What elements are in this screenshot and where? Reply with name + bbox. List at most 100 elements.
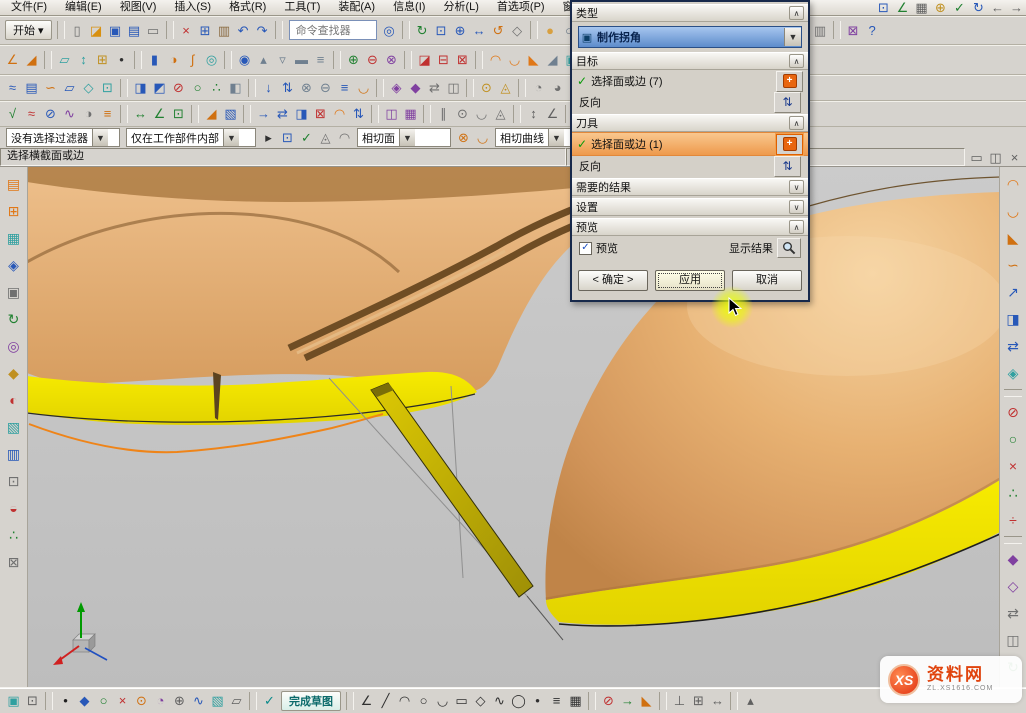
general-selection-icon[interactable]: ⊡ <box>278 128 297 147</box>
point-icon[interactable]: • <box>112 50 131 69</box>
make-tangent-icon[interactable]: ◡ <box>472 104 491 123</box>
grid-toggle-icon[interactable]: ▦ <box>912 0 931 17</box>
section-analysis-icon[interactable]: ⊘ <box>41 104 60 123</box>
measure-distance-icon[interactable]: ↔ <box>131 104 150 123</box>
target-select-row[interactable]: ✓ 选择面或边 (7) + <box>572 70 808 92</box>
section-target[interactable]: 目标 ∧ <box>572 52 808 70</box>
redo-icon[interactable]: ↷ <box>253 21 272 40</box>
edge-symmetry-icon[interactable]: ◫ <box>444 78 463 97</box>
type-dropdown[interactable]: ▣ 制作拐角 ▼ <box>578 26 802 48</box>
auto-constrain-icon[interactable]: ⊞ <box>689 691 708 710</box>
examine-geometry-icon[interactable]: √ <box>3 104 22 123</box>
open-file-icon[interactable]: ◪ <box>87 21 106 40</box>
cancel-button[interactable]: 取消 <box>732 270 802 291</box>
menu-preferences[interactable]: 首选项(P) <box>490 0 552 15</box>
sketch-in-task-icon[interactable]: ◢ <box>22 50 41 69</box>
intersection-snap-icon[interactable]: × <box>113 691 132 710</box>
sew-icon[interactable]: ∴ <box>207 78 226 97</box>
split-body-icon[interactable]: ⊟ <box>434 50 453 69</box>
intersection-curve-icon[interactable]: ⊗ <box>297 78 316 97</box>
visual-reports-icon[interactable]: ▥ <box>3 444 24 465</box>
section-curve-icon[interactable]: ⊖ <box>316 78 335 97</box>
bridge-surface-icon[interactable]: ◈ <box>1003 363 1024 384</box>
process-studio-icon[interactable]: ◎ <box>3 336 24 357</box>
boss-icon[interactable]: ▴ <box>254 50 273 69</box>
section-result[interactable]: 需要的结果 ∨ <box>572 178 808 196</box>
offset-surface-icon[interactable]: ◨ <box>131 78 150 97</box>
highlight-lines-icon[interactable]: ≡ <box>98 104 117 123</box>
touch-panel-icon[interactable]: ⊠ <box>3 552 24 573</box>
menu-analysis[interactable]: 分析(L) <box>436 0 485 15</box>
history-palette-icon[interactable]: ↻ <box>3 309 24 330</box>
face-blend-icon[interactable]: ◡ <box>505 50 524 69</box>
rib-icon[interactable]: ≡ <box>311 50 330 69</box>
match-edge-icon[interactable]: ⇄ <box>425 78 444 97</box>
styled-sweep-icon[interactable]: ∽ <box>1003 255 1024 276</box>
geometric-constraints-icon[interactable]: ⊥ <box>670 691 689 710</box>
pad-icon[interactable]: ▬ <box>292 50 311 69</box>
revolve-icon[interactable]: ◑ <box>164 50 183 69</box>
section-type[interactable]: 类型 ∧ <box>572 4 808 22</box>
relations-browser-icon[interactable]: ∴ <box>3 525 24 546</box>
match-edge-tool-icon[interactable]: ⇄ <box>1003 603 1024 624</box>
quick-extend-icon[interactable]: → <box>618 691 637 710</box>
offset-curve-tool-icon[interactable]: ≡ <box>547 691 566 710</box>
midpoint-snap-icon[interactable]: ◆ <box>75 691 94 710</box>
studio-spline-tool-icon[interactable]: ∿ <box>490 691 509 710</box>
stop-at-intersection-icon[interactable]: ⊗ <box>454 128 473 147</box>
finish-sketch-button[interactable]: 完成草图 <box>281 691 341 711</box>
dimension-tool-icon[interactable]: ↔ <box>708 691 727 710</box>
unite-icon[interactable]: ⊕ <box>344 50 363 69</box>
new-file-icon[interactable]: ▯ <box>68 21 87 40</box>
snap-toggle-icon[interactable]: ⊡ <box>874 0 893 17</box>
collapse-tool-icon[interactable]: ∧ <box>789 116 804 130</box>
trim-sheet-tool-icon[interactable]: ⊘ <box>1003 402 1024 423</box>
draft-analysis-icon[interactable]: ◢ <box>202 104 221 123</box>
start-button[interactable]: 开始 ▾ <box>5 20 52 40</box>
menu-assemblies[interactable]: 装配(A) <box>331 0 382 15</box>
select-highlight-icon[interactable]: ✓ <box>950 0 969 17</box>
menu-format[interactable]: 格式(R) <box>222 0 273 15</box>
edge-blend-tool-icon[interactable]: ◠ <box>1003 174 1024 195</box>
wcs-toggle-icon[interactable]: ⊕ <box>931 0 950 17</box>
datum-axis-icon[interactable]: ↕ <box>74 50 93 69</box>
manufacturing-wizards-icon[interactable]: ◆ <box>3 363 24 384</box>
view-refresh-icon[interactable]: ↻ <box>969 0 988 17</box>
tangent-face-dropdown[interactable]: 相切面 ▼ <box>357 128 451 147</box>
refresh-view-icon[interactable]: ↻ <box>413 21 432 40</box>
pocket-icon[interactable]: ▿ <box>273 50 292 69</box>
tube-icon[interactable]: ◎ <box>202 50 221 69</box>
roles-palette-icon[interactable]: ◐ <box>3 390 24 411</box>
target-reverse-button[interactable]: ⇅ <box>774 92 801 113</box>
rectangle-tool-icon[interactable]: ▭ <box>452 691 471 710</box>
snap-point-toggle-icon[interactable]: ⊡ <box>23 691 42 710</box>
trimmed-sheet-icon[interactable]: ⊘ <box>169 78 188 97</box>
part-family-icon[interactable]: ⊡ <box>3 471 24 492</box>
chevron-down-icon[interactable]: ▼ <box>399 129 415 146</box>
circle-tool-icon[interactable]: ○ <box>414 691 433 710</box>
through-curve-mesh-icon[interactable]: ▤ <box>22 78 41 97</box>
top-selection-icon[interactable]: ◬ <box>316 128 335 147</box>
i-form-tool-icon[interactable]: ◇ <box>1003 576 1024 597</box>
section-settings[interactable]: 设置 ∨ <box>572 198 808 216</box>
constraint-navigator-icon[interactable]: ⊞ <box>3 201 24 222</box>
cut-icon[interactable]: × <box>177 21 196 40</box>
bar-minimize-icon[interactable]: ▭ <box>967 148 986 167</box>
print-icon[interactable]: ▭ <box>144 21 163 40</box>
face-blend-tool-icon[interactable]: ◡ <box>1003 201 1024 222</box>
resize-face-icon[interactable]: ⇅ <box>349 104 368 123</box>
offset-curve-3d-icon[interactable]: ≡ <box>335 78 354 97</box>
chevron-down-icon[interactable]: ▼ <box>223 129 239 146</box>
line-tool-icon[interactable]: ╱ <box>376 691 395 710</box>
linear-dimension-icon[interactable]: ↕ <box>524 104 543 123</box>
chevron-down-icon[interactable]: ▼ <box>784 28 801 46</box>
chevron-down-icon[interactable]: ▼ <box>92 129 108 146</box>
pan-view-icon[interactable]: ↔ <box>470 21 489 40</box>
datum-plane-icon[interactable]: ▱ <box>55 50 74 69</box>
collapse-type-icon[interactable]: ∧ <box>789 6 804 20</box>
make-corner-tool-icon[interactable]: ◣ <box>637 691 656 710</box>
extension-surface-icon[interactable]: ◨ <box>1003 309 1024 330</box>
offset-face-tool-icon[interactable]: ⇄ <box>1003 336 1024 357</box>
copy-icon[interactable]: ⊞ <box>196 21 215 40</box>
face-curvature-icon[interactable]: ▧ <box>221 104 240 123</box>
